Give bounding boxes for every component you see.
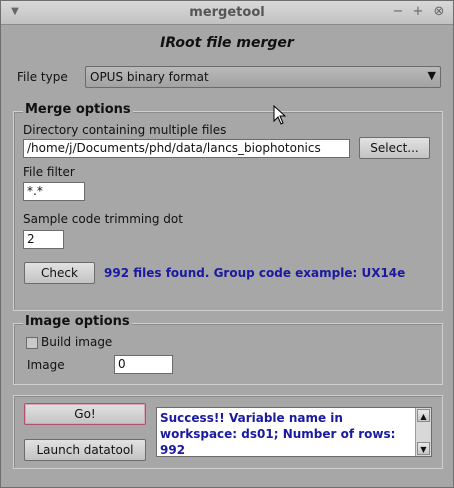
app-heading: IRoot file merger — [160, 35, 294, 51]
select-directory-button[interactable]: Select... — [359, 137, 430, 159]
check-status-text: 992 files found. Group code example: UX1… — [104, 266, 406, 280]
minimize-icon[interactable]: − — [390, 4, 406, 20]
build-image-checkbox[interactable] — [26, 337, 38, 349]
scroll-down-icon[interactable]: ▼ — [417, 442, 430, 455]
image-options-title: Image options — [23, 314, 132, 329]
file-type-selected-value: OPUS binary format — [90, 70, 209, 84]
merge-options-title: Merge options — [23, 102, 133, 117]
output-scrollbar[interactable]: ▲ ▼ — [415, 408, 431, 456]
window-title: mergetool — [189, 5, 265, 20]
file-filter-label: File filter — [23, 165, 75, 179]
trimming-dot-label: Sample code trimming dot — [23, 212, 183, 226]
mouse-pointer-icon — [273, 105, 287, 125]
file-type-select[interactable]: OPUS binary format ▼ — [85, 66, 441, 88]
file-filter-input[interactable]: *.* — [23, 182, 85, 201]
launch-datatool-button[interactable]: Launch datatool — [24, 439, 146, 461]
output-textarea[interactable]: Success!! Variable name in workspace: ds… — [156, 407, 432, 457]
mergetool-window: ▼ mergetool − + ⊗ IRoot file merger File… — [0, 0, 454, 488]
image-label: Image — [27, 358, 65, 372]
trimming-dot-input[interactable]: 2 — [23, 230, 64, 249]
scroll-up-icon[interactable]: ▲ — [417, 409, 430, 422]
go-button[interactable]: Go! — [24, 403, 146, 425]
directory-input[interactable]: /home/j/Documents/phd/data/lancs_biophot… — [23, 139, 350, 158]
output-text: Success!! Variable name in workspace: ds… — [160, 411, 396, 457]
file-type-label: File type — [17, 70, 68, 84]
directory-label: Directory containing multiple files — [23, 123, 227, 137]
build-image-label: Build image — [41, 335, 113, 349]
image-options-group — [13, 323, 443, 385]
image-input[interactable]: 0 — [114, 355, 173, 374]
close-icon[interactable]: ⊗ — [431, 4, 447, 20]
title-bar[interactable]: ▼ mergetool − + ⊗ — [1, 1, 453, 25]
maximize-icon[interactable]: + — [410, 4, 426, 20]
check-button[interactable]: Check — [24, 262, 95, 284]
dropdown-arrow-icon: ▼ — [427, 69, 436, 82]
